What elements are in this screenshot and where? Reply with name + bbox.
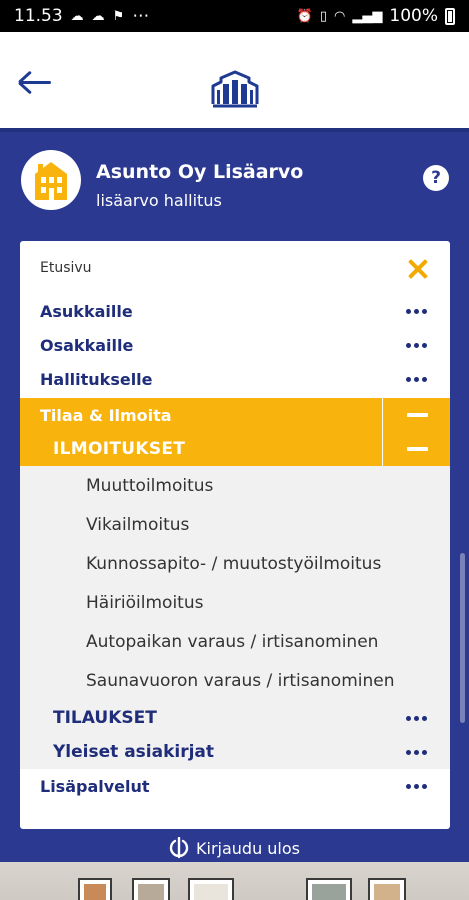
- menu-item-asukkaille[interactable]: Asukkaille: [20, 296, 450, 326]
- submenu-item-label: Muuttoilmoitus: [86, 475, 214, 496]
- scrollbar[interactable]: [460, 553, 465, 723]
- panel-top-border: [0, 128, 469, 132]
- menu-item-label: Etusivu: [40, 260, 92, 276]
- battery-icon: [445, 7, 455, 25]
- submenu-item-label: Saunavuoron varaus / irtisanominen: [86, 670, 395, 691]
- user-role: lisäarvo hallitus: [96, 191, 222, 210]
- submenu-label: ILMOITUKSET: [53, 439, 186, 459]
- more-icon[interactable]: [406, 716, 428, 721]
- submenu-item-label: Häiriöilmoitus: [86, 592, 204, 613]
- company-name: Asunto Oy Lisäarvo: [96, 161, 304, 183]
- logout-button[interactable]: Kirjaudu ulos: [0, 834, 469, 862]
- submenu-item-kunnossapito[interactable]: Kunnossapito- / muutostyöilmoitus: [20, 544, 450, 583]
- submenu-item-label: Autopaikan varaus / irtisanominen: [86, 631, 379, 652]
- menu-item-label: Lisäpalvelut: [40, 776, 150, 796]
- status-bar: 11.53 ☁ ☁ ⚑ ⋯ ⏰ ▯ ◠ ▂▄▆ 100%: [0, 0, 469, 32]
- submenu-ilmoitukset[interactable]: ILMOITUKSET: [20, 432, 450, 466]
- menu-item-label: Hallitukselle: [40, 369, 153, 389]
- submenu-item-vikailmoitus[interactable]: Vikailmoitus: [20, 505, 450, 544]
- submenu-item-autopaikka[interactable]: Autopaikan varaus / irtisanominen: [20, 622, 450, 661]
- close-icon[interactable]: [404, 255, 432, 283]
- submenu-label: TILAUKSET: [53, 708, 157, 728]
- menu-item-label: Asukkaille: [40, 301, 133, 321]
- company-avatar: [21, 150, 81, 210]
- house-icon: [35, 162, 67, 200]
- arrow-left-icon[interactable]: [17, 70, 52, 95]
- help-icon[interactable]: ?: [423, 165, 449, 191]
- collapse-icon[interactable]: [382, 398, 450, 432]
- submenu-item-label: Vikailmoitus: [86, 514, 190, 535]
- vibrate-icon: ▯: [319, 8, 328, 24]
- flag-icon: ⚑: [112, 8, 125, 24]
- more-notifications-icon: ⋯: [132, 6, 150, 26]
- more-icon[interactable]: [406, 784, 428, 789]
- logout-icon: [169, 837, 189, 859]
- submenu-item-label: Kunnossapito- / muutostyöilmoitus: [86, 553, 382, 574]
- submenu-item-muuttoilmoitus[interactable]: Muuttoilmoitus: [20, 466, 450, 505]
- submenu-label: Yleiset asiakirjat: [53, 742, 215, 762]
- picture-frame: [306, 878, 352, 900]
- status-time: 11.53: [14, 6, 63, 26]
- submenu-item-hairioilmoitus[interactable]: Häiriöilmoitus: [20, 583, 450, 622]
- collapse-icon[interactable]: [382, 432, 450, 466]
- menu-item-label: Osakkaille: [40, 335, 134, 355]
- signal-icon: ▂▄▆: [352, 8, 383, 24]
- menu-item-tilaa-ilmoita[interactable]: Tilaa & Ilmoita: [20, 398, 450, 432]
- cloud-icon: ☁: [70, 8, 84, 24]
- menu-item-label: Tilaa & Ilmoita: [40, 405, 172, 425]
- more-icon[interactable]: [406, 309, 428, 314]
- more-icon[interactable]: [406, 750, 428, 755]
- more-icon[interactable]: [406, 377, 428, 382]
- submenu-yleiset-asiakirjat[interactable]: Yleiset asiakirjat: [20, 735, 450, 769]
- menu-item-osakkaille[interactable]: Osakkaille: [20, 330, 450, 360]
- submenu-tilaukset[interactable]: TILAUKSET: [20, 701, 450, 735]
- battery-level: 100%: [389, 6, 438, 26]
- picture-frame: [188, 878, 234, 900]
- picture-frame: [132, 878, 170, 900]
- menu-item-lisapalvelut[interactable]: Lisäpalvelut: [20, 769, 450, 803]
- submenu-item-saunavuoro[interactable]: Saunavuoron varaus / irtisanominen: [20, 661, 450, 700]
- building-logo-icon: [211, 70, 259, 108]
- menu-item-hallitukselle[interactable]: Hallitukselle: [20, 364, 450, 394]
- alarm-icon: ⏰: [296, 8, 313, 24]
- cloud-icon: ☁: [91, 8, 105, 24]
- navigation-menu: Etusivu Asukkaille Osakkaille Hallitukse…: [20, 241, 450, 829]
- wifi-icon: ◠: [334, 8, 346, 24]
- more-icon[interactable]: [406, 343, 428, 348]
- logout-label: Kirjaudu ulos: [196, 838, 300, 858]
- picture-frame: [78, 878, 112, 900]
- menu-item-etusivu[interactable]: Etusivu: [20, 254, 450, 282]
- picture-frame: [368, 878, 406, 900]
- background-photo: [0, 862, 469, 900]
- app-header: [0, 32, 469, 128]
